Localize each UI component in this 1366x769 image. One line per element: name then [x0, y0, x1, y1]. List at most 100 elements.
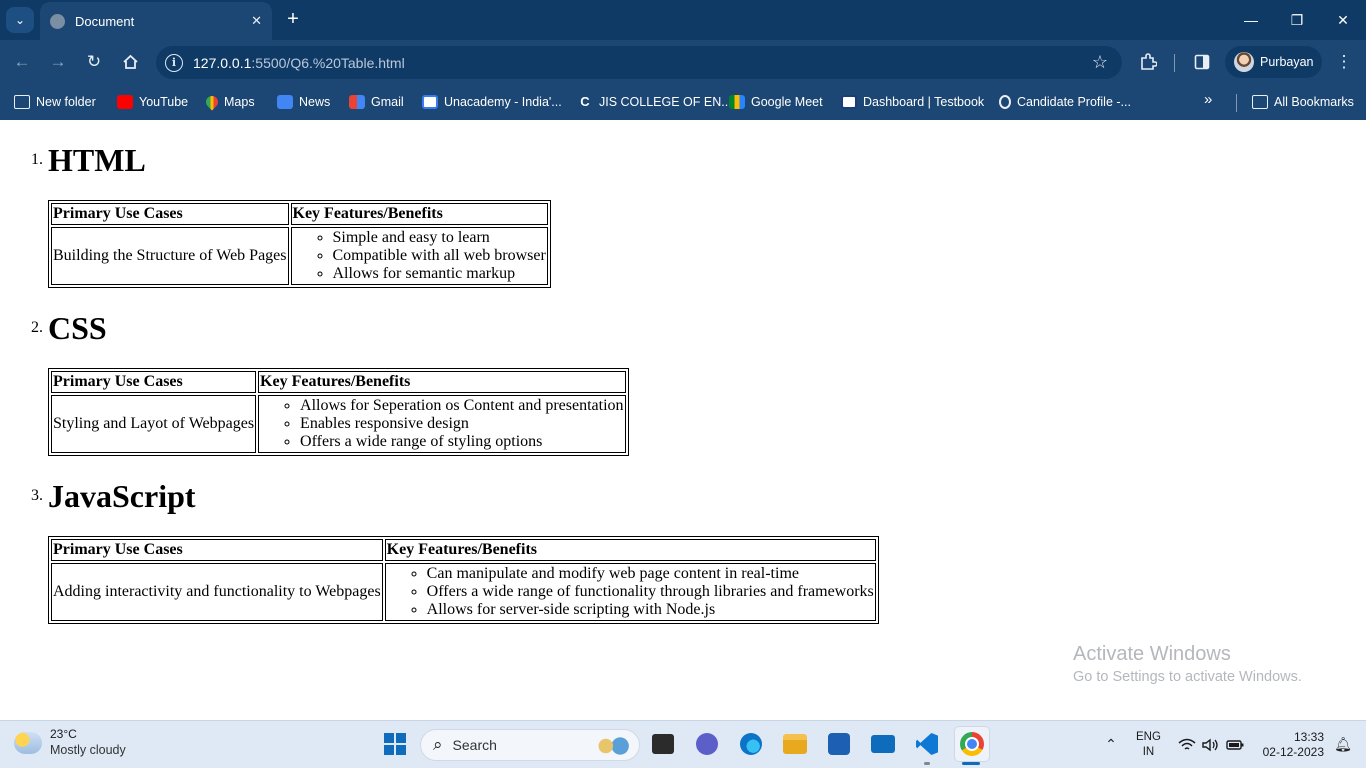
weather-widget[interactable]: 23°C Mostly cloudy [14, 727, 126, 758]
system-tray[interactable] [1178, 721, 1244, 769]
section-heading: HTML [48, 142, 146, 178]
bookmarks-bar: New folder YouTube Maps News Gmail Unaca… [0, 84, 1366, 120]
tab-close-icon[interactable]: ✕ [251, 13, 262, 29]
language-indicator[interactable]: ENG IN [1136, 730, 1161, 760]
arrow-left-icon: ← [13, 52, 31, 71]
mail-button[interactable] [868, 729, 898, 759]
section-heading: CSS [48, 310, 107, 346]
file-explorer-button[interactable] [780, 729, 810, 759]
side-panel-button[interactable] [1188, 49, 1216, 75]
minimize-button[interactable]: — [1228, 0, 1274, 40]
teams-chat-button[interactable] [692, 729, 722, 759]
folder-icon [14, 95, 30, 109]
watermark-title: Activate Windows [1073, 643, 1231, 665]
bookmarks-divider [1236, 94, 1237, 112]
back-button[interactable]: ← [8, 49, 36, 75]
use-case-cell: Building the Structure of Web Pages [51, 227, 289, 285]
region-code: IN [1142, 746, 1155, 758]
features-table: Primary Use Cases Key Features/Benefits … [48, 368, 629, 456]
bookmark-label: New folder [36, 95, 96, 109]
tab-search-button[interactable]: ⌄ [6, 7, 34, 33]
notifications-button[interactable]: 🔔︎ [1328, 729, 1358, 759]
list-item: Allows for server-side scripting with No… [427, 601, 874, 619]
gmail-icon [349, 95, 365, 109]
features-table: Primary Use Cases Key Features/Benefits … [48, 536, 879, 624]
taskbar-search[interactable]: ⌕ Search [420, 729, 640, 761]
list-item: Enables responsive design [300, 415, 624, 433]
bookmark-unacademy[interactable]: Unacademy - India'... [422, 91, 562, 113]
table-row: Styling and Layot of Webpages Allows for… [51, 395, 626, 453]
puzzle-icon [1141, 53, 1157, 70]
bookmark-news[interactable]: News [277, 91, 330, 113]
bookmark-label: Candidate Profile -... [1017, 95, 1131, 109]
bookmark-candidate-profile[interactable]: Candidate Profile -... [999, 91, 1131, 113]
page-content: 1. HTML Primary Use Cases Key Features/B… [0, 120, 1366, 720]
vscode-button[interactable] [912, 729, 942, 759]
arrow-right-icon: → [49, 52, 67, 71]
bookmark-star-icon[interactable]: ☆ [1092, 52, 1108, 73]
reload-button[interactable]: ↻ [80, 49, 108, 75]
chrome-icon [960, 732, 984, 756]
new-tab-button[interactable]: + [282, 8, 304, 32]
bookmark-maps[interactable]: Maps [203, 91, 255, 113]
show-hidden-icons-button[interactable]: ⌃ [1096, 729, 1126, 759]
tab-title: Document [75, 13, 135, 29]
home-button[interactable] [116, 49, 144, 75]
edge-button[interactable] [736, 729, 766, 759]
unacademy-icon [422, 95, 438, 109]
list-item-javascript: 3. JavaScript Primary Use Cases Key Feat… [31, 476, 1366, 624]
site-info-icon[interactable]: i [165, 53, 183, 72]
more-bookmarks-button[interactable]: » [1204, 91, 1212, 108]
list-item: Simple and easy to learn [333, 229, 546, 247]
bookmark-label: Unacademy - India'... [444, 95, 562, 109]
weather-condition: Mostly cloudy [50, 743, 126, 757]
features-table: Primary Use Cases Key Features/Benefits … [48, 200, 551, 288]
clock[interactable]: 13:33 02-12-2023 [1258, 730, 1324, 760]
store-button[interactable] [824, 729, 854, 759]
browser-tab[interactable]: Document ✕ [40, 2, 272, 40]
more-vertical-icon: ⋮ [1335, 52, 1353, 71]
profile-button[interactable]: Purbayan [1225, 46, 1322, 78]
restore-button[interactable]: ❐ [1274, 0, 1320, 40]
address-bar[interactable]: i 127.0.0.1:5500/Q6.%20Table.html ☆ [156, 46, 1122, 79]
list-item: Allows for Seperation os Content and pre… [300, 397, 624, 415]
features-list: Allows for Seperation os Content and pre… [260, 397, 624, 451]
list-item: Allows for semantic markup [333, 265, 546, 283]
list-item-css: 2. CSS Primary Use Cases Key Features/Be… [31, 308, 1366, 456]
windows-logo-icon [384, 733, 406, 755]
title-bar: ⌄ Document ✕ + — ❐ ✕ [0, 0, 1366, 40]
reload-icon: ↻ [86, 52, 102, 71]
browser-toolbar: ← → ↻ i 127.0.0.1:5500/Q6.%20Table.html … [0, 40, 1366, 84]
list-marker: 2. [31, 319, 43, 336]
bookmark-jis[interactable]: C JIS COLLEGE OF EN... [577, 91, 732, 113]
extensions-button[interactable] [1134, 49, 1162, 75]
bookmark-youtube[interactable]: YouTube [117, 91, 188, 113]
globe-icon [50, 13, 65, 29]
avatar [1234, 52, 1254, 72]
task-view-button[interactable] [648, 729, 678, 759]
weather-temperature: 23°C [50, 727, 77, 741]
table-row: Building the Structure of Web Pages Simp… [51, 227, 548, 285]
search-icon: ⌕ [433, 735, 443, 754]
table-header-use-cases: Primary Use Cases [51, 539, 383, 561]
watermark-subtitle: Go to Settings to activate Windows. [1073, 669, 1302, 685]
forward-button[interactable]: → [44, 49, 72, 75]
all-bookmarks-button[interactable]: All Bookmarks [1252, 91, 1354, 113]
features-cell: Allows for Seperation os Content and pre… [258, 395, 626, 453]
bookmark-label: News [299, 95, 331, 109]
search-highlight-icon [595, 734, 631, 758]
chrome-button[interactable] [954, 726, 990, 762]
bookmark-testbook[interactable]: Dashboard | Testbook [841, 91, 984, 113]
bookmark-label: JIS COLLEGE OF EN... [599, 95, 732, 109]
start-button[interactable] [380, 729, 410, 759]
bookmark-gmail[interactable]: Gmail [349, 91, 404, 113]
list-item: Compatible with all web browser [333, 247, 546, 265]
menu-button[interactable]: ⋮ [1330, 49, 1358, 75]
meet-icon [729, 95, 745, 109]
bookmark-new-folder[interactable]: New folder [14, 91, 96, 113]
side-panel-icon [1194, 54, 1210, 70]
close-window-button[interactable]: ✕ [1320, 0, 1366, 40]
chevron-down-icon: ⌄ [14, 13, 26, 27]
table-header-features: Key Features/Benefits [258, 371, 626, 393]
bookmark-google-meet[interactable]: Google Meet [729, 91, 823, 113]
